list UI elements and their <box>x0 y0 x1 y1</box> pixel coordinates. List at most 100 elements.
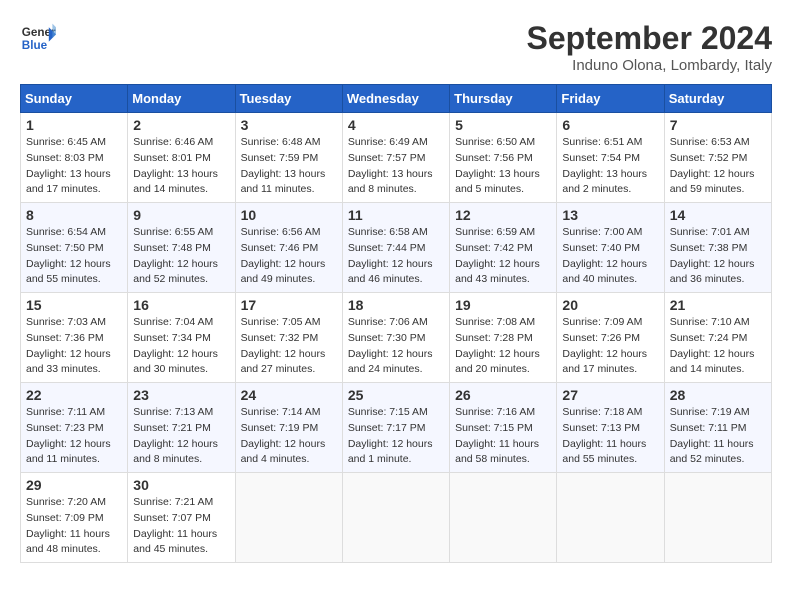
day-detail: Sunrise: 7:20 AMSunset: 7:09 PMDaylight:… <box>26 495 122 558</box>
day-detail: Sunrise: 7:19 AMSunset: 7:11 PMDaylight:… <box>670 405 766 468</box>
calendar-cell: 23Sunrise: 7:13 AMSunset: 7:21 PMDayligh… <box>128 383 235 473</box>
calendar-cell: 20 Sunrise: 7:09 AMSunset: 7:26 PMDayligh… <box>557 293 664 383</box>
day-detail: Sunrise: 6:50 AMSunset: 7:56 PMDaylight:… <box>455 135 551 198</box>
day-number: 7 <box>670 117 766 133</box>
day-detail: Sunrise: 7:11 AMSunset: 7:23 PMDaylight:… <box>26 405 122 468</box>
day-detail: Sunrise: 7:13 AMSunset: 7:21 PMDaylight:… <box>133 405 229 468</box>
calendar-cell <box>664 473 771 563</box>
day-detail: Sunrise: 6:51 AMSunset: 7:54 PMDaylight:… <box>562 135 658 198</box>
day-number: 3 <box>241 117 337 133</box>
calendar-cell: 6Sunrise: 6:51 AMSunset: 7:54 PMDaylight… <box>557 113 664 203</box>
day-number: 24 <box>241 387 337 403</box>
col-header-friday: Friday <box>557 85 664 113</box>
day-number: 27 <box>562 387 658 403</box>
calendar-cell <box>557 473 664 563</box>
day-number: 10 <box>241 207 337 223</box>
main-title: September 2024 <box>527 20 772 57</box>
day-number: 4 <box>348 117 444 133</box>
day-detail: Sunrise: 7:14 AMSunset: 7:19 PMDaylight:… <box>241 405 337 468</box>
day-number: 21 <box>670 297 766 313</box>
day-number: 16 <box>133 297 229 313</box>
day-number: 30 <box>133 477 229 493</box>
col-header-wednesday: Wednesday <box>342 85 449 113</box>
calendar-cell: 14 Sunrise: 7:01 AMSunset: 7:38 PMDayligh… <box>664 203 771 293</box>
day-detail: Sunrise: 6:53 AMSunset: 7:52 PMDaylight:… <box>670 135 766 198</box>
day-detail: Sunrise: 7:06 AMSunset: 7:30 PMDaylight:… <box>348 315 444 378</box>
day-number: 29 <box>26 477 122 493</box>
week-row-4: 22 Sunrise: 7:11 AMSunset: 7:23 PMDayligh… <box>21 383 772 473</box>
calendar-cell: 5 Sunrise: 6:50 AMSunset: 7:56 PMDaylight… <box>450 113 557 203</box>
calendar-cell: 15Sunrise: 7:03 AMSunset: 7:36 PMDayligh… <box>21 293 128 383</box>
day-detail: Sunrise: 6:59 AMSunset: 7:42 PMDaylight:… <box>455 225 551 288</box>
svg-text:Blue: Blue <box>22 39 48 52</box>
day-number: 9 <box>133 207 229 223</box>
day-number: 20 <box>562 297 658 313</box>
day-detail: Sunrise: 6:49 AMSunset: 7:57 PMDaylight:… <box>348 135 444 198</box>
day-number: 13 <box>562 207 658 223</box>
col-header-thursday: Thursday <box>450 85 557 113</box>
subtitle: Induno Olona, Lombardy, Italy <box>527 57 772 74</box>
week-row-1: 1 Sunrise: 6:45 AMSunset: 8:03 PMDaylight… <box>21 113 772 203</box>
day-detail: Sunrise: 7:09 AMSunset: 7:26 PMDaylight:… <box>562 315 658 378</box>
day-detail: Sunrise: 6:46 AMSunset: 8:01 PMDaylight:… <box>133 135 229 198</box>
col-header-monday: Monday <box>128 85 235 113</box>
calendar-cell: 27 Sunrise: 7:18 AMSunset: 7:13 PMDayligh… <box>557 383 664 473</box>
header-row: SundayMondayTuesdayWednesdayThursdayFrid… <box>21 85 772 113</box>
week-row-2: 8 Sunrise: 6:54 AMSunset: 7:50 PMDaylight… <box>21 203 772 293</box>
day-number: 28 <box>670 387 766 403</box>
day-detail: Sunrise: 7:03 AMSunset: 7:36 PMDaylight:… <box>26 315 122 378</box>
header: General Blue September 2024 Induno Olona… <box>20 20 772 74</box>
calendar-cell <box>235 473 342 563</box>
day-detail: Sunrise: 7:16 AMSunset: 7:15 PMDaylight:… <box>455 405 551 468</box>
calendar-cell: 17 Sunrise: 7:05 AMSunset: 7:32 PMDayligh… <box>235 293 342 383</box>
day-number: 22 <box>26 387 122 403</box>
day-number: 5 <box>455 117 551 133</box>
day-detail: Sunrise: 7:15 AMSunset: 7:17 PMDaylight:… <box>348 405 444 468</box>
calendar-cell: 11 Sunrise: 6:58 AMSunset: 7:44 PMDayligh… <box>342 203 449 293</box>
day-detail: Sunrise: 7:10 AMSunset: 7:24 PMDaylight:… <box>670 315 766 378</box>
day-number: 26 <box>455 387 551 403</box>
day-detail: Sunrise: 6:56 AMSunset: 7:46 PMDaylight:… <box>241 225 337 288</box>
calendar-cell: 9 Sunrise: 6:55 AMSunset: 7:48 PMDaylight… <box>128 203 235 293</box>
col-header-saturday: Saturday <box>664 85 771 113</box>
week-row-3: 15Sunrise: 7:03 AMSunset: 7:36 PMDayligh… <box>21 293 772 383</box>
calendar-cell <box>450 473 557 563</box>
day-number: 25 <box>348 387 444 403</box>
day-number: 11 <box>348 207 444 223</box>
calendar-cell: 2 Sunrise: 6:46 AMSunset: 8:01 PMDaylight… <box>128 113 235 203</box>
calendar-cell: 21 Sunrise: 7:10 AMSunset: 7:24 PMDayligh… <box>664 293 771 383</box>
day-detail: Sunrise: 6:54 AMSunset: 7:50 PMDaylight:… <box>26 225 122 288</box>
calendar-cell: 24 Sunrise: 7:14 AMSunset: 7:19 PMDayligh… <box>235 383 342 473</box>
day-number: 17 <box>241 297 337 313</box>
calendar-cell: 19Sunrise: 7:08 AMSunset: 7:28 PMDayligh… <box>450 293 557 383</box>
calendar-cell: 3 Sunrise: 6:48 AMSunset: 7:59 PMDaylight… <box>235 113 342 203</box>
day-detail: Sunrise: 7:00 AMSunset: 7:40 PMDaylight:… <box>562 225 658 288</box>
day-detail: Sunrise: 7:01 AMSunset: 7:38 PMDaylight:… <box>670 225 766 288</box>
day-number: 18 <box>348 297 444 313</box>
calendar-cell: 28 Sunrise: 7:19 AMSunset: 7:11 PMDayligh… <box>664 383 771 473</box>
day-number: 8 <box>26 207 122 223</box>
calendar-cell: 29 Sunrise: 7:20 AMSunset: 7:09 PMDayligh… <box>21 473 128 563</box>
calendar-cell: 25 Sunrise: 7:15 AMSunset: 7:17 PMDayligh… <box>342 383 449 473</box>
col-header-sunday: Sunday <box>21 85 128 113</box>
col-header-tuesday: Tuesday <box>235 85 342 113</box>
day-detail: Sunrise: 6:45 AMSunset: 8:03 PMDaylight:… <box>26 135 122 198</box>
calendar-table: SundayMondayTuesdayWednesdayThursdayFrid… <box>20 84 772 563</box>
day-detail: Sunrise: 6:55 AMSunset: 7:48 PMDaylight:… <box>133 225 229 288</box>
day-detail: Sunrise: 6:58 AMSunset: 7:44 PMDaylight:… <box>348 225 444 288</box>
day-detail: Sunrise: 7:05 AMSunset: 7:32 PMDaylight:… <box>241 315 337 378</box>
calendar-cell: 4 Sunrise: 6:49 AMSunset: 7:57 PMDaylight… <box>342 113 449 203</box>
logo: General Blue <box>20 20 56 56</box>
day-number: 14 <box>670 207 766 223</box>
calendar-cell: 18 Sunrise: 7:06 AMSunset: 7:30 PMDayligh… <box>342 293 449 383</box>
day-detail: Sunrise: 7:21 AMSunset: 7:07 PMDaylight:… <box>133 495 229 558</box>
day-number: 1 <box>26 117 122 133</box>
day-detail: Sunrise: 7:18 AMSunset: 7:13 PMDaylight:… <box>562 405 658 468</box>
day-number: 2 <box>133 117 229 133</box>
title-area: September 2024 Induno Olona, Lombardy, I… <box>527 20 772 74</box>
calendar-cell: 16Sunrise: 7:04 AMSunset: 7:34 PMDayligh… <box>128 293 235 383</box>
logo-icon: General Blue <box>20 20 56 56</box>
calendar-cell: 12Sunrise: 6:59 AMSunset: 7:42 PMDayligh… <box>450 203 557 293</box>
day-detail: Sunrise: 7:08 AMSunset: 7:28 PMDaylight:… <box>455 315 551 378</box>
day-detail: Sunrise: 6:48 AMSunset: 7:59 PMDaylight:… <box>241 135 337 198</box>
